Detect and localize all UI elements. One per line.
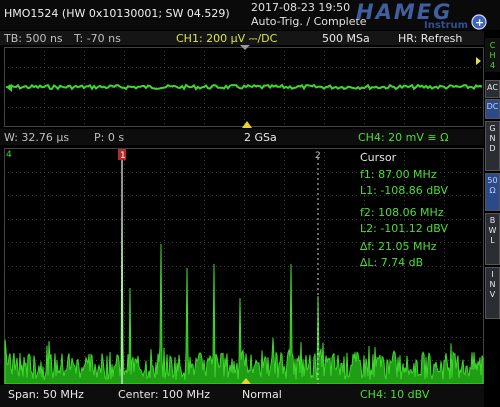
- side-item-inv-label: INV: [489, 270, 496, 299]
- center-label[interactable]: Center: 100 MHz: [118, 389, 210, 400]
- side-item-bwl[interactable]: BWL: [485, 213, 500, 265]
- ch1-label[interactable]: CH1: 200 µV ⎓/DC: [176, 33, 277, 44]
- sample-rate-label: 500 MSa: [322, 32, 370, 45]
- logo-subtext: Instrum: [424, 20, 468, 30]
- datetime: 2017-08-23 19:50: [251, 1, 351, 14]
- side-item-dc[interactable]: DC: [485, 99, 500, 119]
- position-value: P: 0 s: [94, 131, 125, 144]
- device-id: HMO1524 (HW 0x10130001; SW 04.529): [4, 7, 230, 20]
- side-item-dc-label: DC: [486, 102, 499, 111]
- trigger-status: Auto-Trig. / Complete: [251, 15, 367, 28]
- svg-text:+: +: [475, 16, 484, 29]
- side-item-ac-label: AC: [487, 83, 498, 92]
- trigger-position-icon: [242, 121, 252, 128]
- side-channel-text: CH4: [489, 41, 496, 70]
- time-marker-icon: [240, 45, 250, 50]
- mode-label[interactable]: Normal: [242, 389, 282, 400]
- time-domain-graticule: [4, 47, 484, 127]
- hameg-logo: HAMEG Instrum +: [356, 0, 487, 30]
- side-item-inv[interactable]: INV: [485, 267, 500, 319]
- side-item-50ohm[interactable]: 50Ω: [485, 173, 500, 211]
- ch-marker-label: 4: [6, 150, 12, 160]
- cursor-marker-2-label: 2: [315, 151, 321, 161]
- ch4-scale-label[interactable]: CH4: 10 dBV: [360, 389, 429, 400]
- cursor-delta-l: ∆L: 7.74 dB: [360, 256, 424, 269]
- cursor-title: Cursor: [360, 151, 397, 164]
- cursor-l1: L1: -108.86 dBV: [360, 184, 448, 197]
- hr-refresh-label[interactable]: HR: Refresh: [398, 33, 462, 44]
- cursor-f1: f1: 87.00 MHz: [360, 168, 437, 181]
- side-channel-label: CH4: [485, 38, 500, 72]
- cursor-marker-1-label: 1: [120, 151, 126, 161]
- gsa-label: 2 GSa: [244, 131, 277, 144]
- side-item-ac[interactable]: AC: [485, 80, 500, 98]
- side-item-bwl-label: BWL: [488, 216, 497, 245]
- side-item-50ohm-label: 50Ω: [487, 176, 498, 195]
- trigger-time-label[interactable]: T: -70 ns: [74, 33, 121, 44]
- timebase-label[interactable]: TB: 500 ns: [4, 33, 63, 44]
- cursor-f2: f2: 108.06 MHz: [360, 206, 444, 219]
- side-item-gnd-label: GND: [489, 124, 496, 153]
- cursor-delta-f: ∆f: 21.05 MHz: [360, 240, 437, 253]
- side-item-gnd[interactable]: GND: [485, 121, 500, 171]
- window-length: W: 32.76 µs: [4, 131, 70, 144]
- cursor-l2: L2: -101.12 dBV: [360, 222, 448, 235]
- span-label[interactable]: Span: 50 MHz: [8, 389, 84, 400]
- ch4-info[interactable]: CH4: 20 mV ≅ Ω: [358, 132, 449, 143]
